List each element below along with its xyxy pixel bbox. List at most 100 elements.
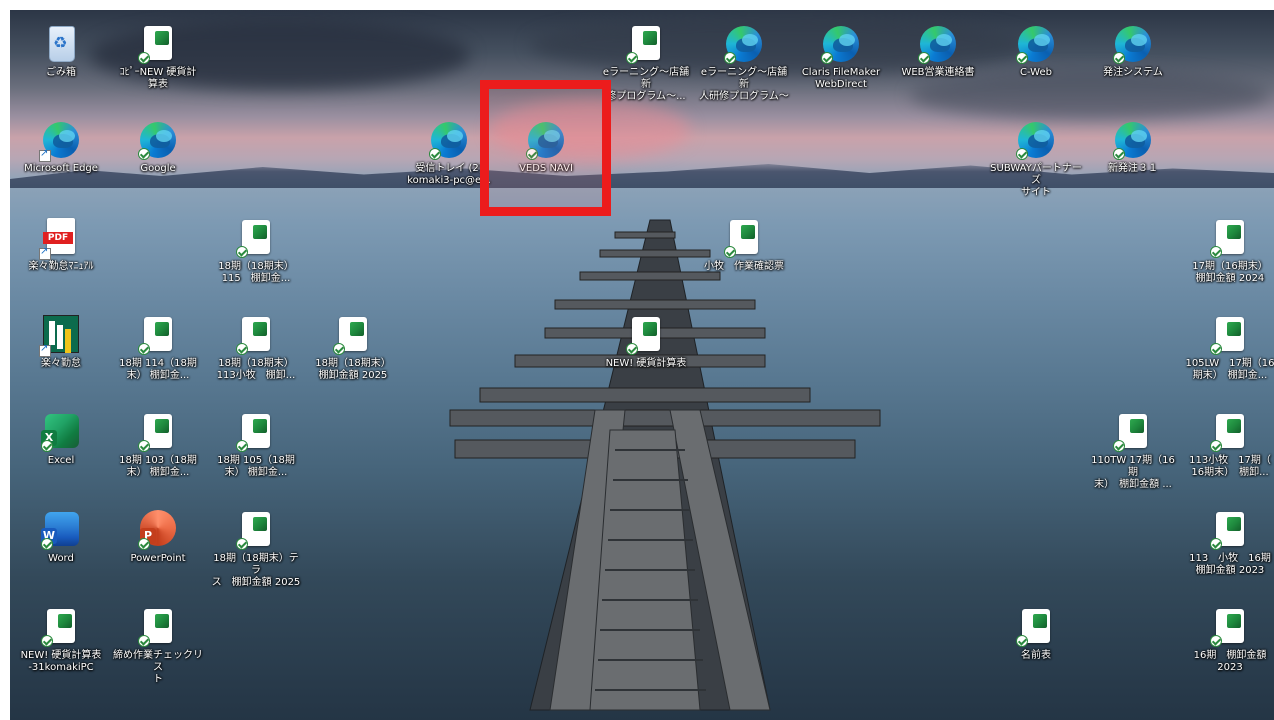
excel-file-icon [333,315,373,355]
desktop-icon[interactable]: 締め作業チェックリス ト [112,607,204,686]
desktop-icon[interactable]: 110TW 17期（16期 末） 棚卸金額 ... [1087,412,1179,491]
desktop-icon[interactable]: PDF楽々勤怠ﾏﾆｭｱﾙ [15,218,107,273]
desktop-icon[interactable]: 16期 棚卸金額 2023 [1184,607,1274,674]
desktop-icon-label: 16期 棚卸金額 2023 [1193,650,1267,673]
edge-shortcut-icon [918,24,958,64]
edge-shortcut-icon [429,120,469,160]
excel-file-icon [236,218,276,258]
edge-browser-icon [39,120,81,162]
rakuraku-app-icon [39,315,81,357]
desktop-icon-label: 18期 103（18期 末） 棚卸金... [119,455,197,478]
desktop-icon[interactable]: Claris FileMaker WebDirect [795,24,887,91]
desktop-icon-label: 17期（16期末） 棚卸金額 2024 [1192,261,1268,284]
desktop-icon[interactable]: 楽々勤怠 [15,315,107,370]
desktop-icon-label: ごみ箱 [46,67,76,78]
desktop-icon[interactable]: 小牧 作業確認票 [698,218,790,273]
recycle-bin-icon [41,24,81,64]
desktop-icon[interactable]: 18期 105（18期 末） 棚卸金... [210,412,302,479]
desktop-icon-label: 楽々勤怠 [41,358,81,369]
desktop-icon[interactable]: P PowerPoint [112,510,204,565]
desktop-icon[interactable]: 105LW 17期（16 期末） 棚卸金... [1184,315,1274,382]
excel-file-icon [1210,412,1250,452]
excel-file-icon [236,510,276,550]
excel-file-icon [236,315,276,355]
desktop-icon-label: 18期（18期末）テラ ス 棚卸金額 2025 [211,553,301,588]
desktop-icon-label: 110TW 17期（16期 末） 棚卸金額 ... [1091,455,1175,490]
excel-file-icon [138,412,178,452]
desktop-icon-label: 113 小牧 16期 棚卸金額 2023 [1189,553,1271,576]
desktop-icon[interactable]: 18期（18期末） 115 棚卸金... [210,218,302,285]
desktop-icon-label: ｺﾋﾟｰNEW 硬貨計 算表 [119,67,197,90]
excel-file-icon [236,412,276,452]
desktop-icon-label: 105LW 17期（16 期末） 棚卸金... [1185,358,1274,381]
desktop-icon[interactable]: ごみ箱 [15,24,107,79]
desktop-icon-label: Microsoft Edge [24,163,98,174]
desktop-icon-label: Google [140,163,176,174]
desktop-icon[interactable]: Microsoft Edge [15,120,107,175]
desktop-icon-label: SUBWAYパートナーズ サイト [990,163,1082,198]
desktop-icon-label: 発注システム [1103,67,1163,78]
pdf-icon: PDF [39,218,81,260]
edge-shortcut-icon [724,24,764,64]
desktop-icon[interactable]: eラーニング～店舗新 人研修プログラム～ [698,24,790,103]
desktop-icon[interactable]: WEB営業連絡書 [892,24,984,79]
excel-file-icon [724,218,764,258]
desktop-icon[interactable]: 113小牧 17期（ 16期末） 棚卸... [1184,412,1274,479]
desktop-icon[interactable]: NEW! 硬貨計算表 -31komakiPC [15,607,107,674]
excel-file-icon [1210,510,1250,550]
desktop: ごみ箱 ｺﾋﾟｰNEW 硬貨計 算表 eラーニング～店舗新 修プログラム～... eラ… [10,10,1274,720]
desktop-icon[interactable]: 18期（18期末）テラ ス 棚卸金額 2025 [210,510,302,589]
desktop-icon[interactable]: C-Web [990,24,1082,79]
desktop-icon-label: 18期（18期末） 115 棚卸金... [218,261,294,284]
excel-file-icon [138,607,178,647]
desktop-icon-label: Excel [47,455,75,466]
edge-shortcut-icon [1016,24,1056,64]
desktop-icon[interactable]: X Excel [15,412,107,467]
desktop-icon[interactable]: W Word [15,510,107,565]
excel-file-icon [626,315,666,355]
desktop-icon[interactable]: 17期（16期末） 棚卸金額 2024 [1184,218,1274,285]
desktop-icon[interactable]: 名前表 [990,607,1082,662]
desktop-icon-label: 楽々勤怠ﾏﾆｭｱﾙ [28,261,94,272]
desktop-icon-label: NEW! 硬貨計算表 [605,358,687,369]
desktop-icon[interactable]: 113 小牧 16期 棚卸金額 2023 [1184,510,1274,577]
desktop-icon-label: 18期 114（18期 末） 棚卸金... [119,358,197,381]
excel-file-icon [138,315,178,355]
excel-file-icon [1113,412,1153,452]
excel-file-icon [626,24,666,64]
desktop-icon[interactable]: 新発注３１ [1087,120,1179,175]
desktop-icon-label: PowerPoint [130,553,186,564]
highlight-box [480,80,611,216]
excel-file-icon [1210,607,1250,647]
powerpoint-icon: P [138,510,178,550]
desktop-icon-label: Claris FileMaker WebDirect [801,67,881,90]
edge-shortcut-icon [1113,120,1153,160]
desktop-icon[interactable]: 18期 103（18期 末） 棚卸金... [112,412,204,479]
desktop-icon[interactable]: 18期（18期末） 113小牧 棚卸... [210,315,302,382]
word-icon: W [41,510,81,550]
desktop-icon-label: NEW! 硬貨計算表 -31komakiPC [20,650,102,673]
desktop-icon[interactable]: SUBWAYパートナーズ サイト [990,120,1082,199]
desktop-icon-label: eラーニング～店舗新 修プログラム～... [602,67,690,102]
edge-shortcut-icon [1113,24,1153,64]
desktop-icon[interactable]: ｺﾋﾟｰNEW 硬貨計 算表 [112,24,204,91]
excel-file-icon [138,24,178,64]
desktop-icon-label: 名前表 [1021,650,1051,661]
desktop-icon-label: Word [48,553,74,564]
edge-shortcut-icon [138,120,178,160]
desktop-icon-label: WEB営業連絡書 [901,67,975,78]
desktop-icon-label: 18期 105（18期 末） 棚卸金... [217,455,295,478]
desktop-icon-label: 小牧 作業確認票 [704,261,784,272]
desktop-icon[interactable]: 発注システム [1087,24,1179,79]
desktop-icon-label: C-Web [1020,67,1052,78]
desktop-icon-label: 18期（18期末） 113小牧 棚卸... [216,358,296,381]
desktop-icon[interactable]: NEW! 硬貨計算表 [600,315,692,370]
edge-shortcut-icon [821,24,861,64]
excel-file-icon [1016,607,1056,647]
desktop-icon[interactable]: 18期（18期末） 棚卸金額 2025 [307,315,399,382]
excel-file-icon [1210,315,1250,355]
desktop-icon[interactable]: 18期 114（18期 末） 棚卸金... [112,315,204,382]
desktop-icon[interactable]: eラーニング～店舗新 修プログラム～... [600,24,692,103]
desktop-icon[interactable]: Google [112,120,204,175]
desktop-icon-label: 113小牧 17期（ 16期末） 棚卸... [1189,455,1271,478]
